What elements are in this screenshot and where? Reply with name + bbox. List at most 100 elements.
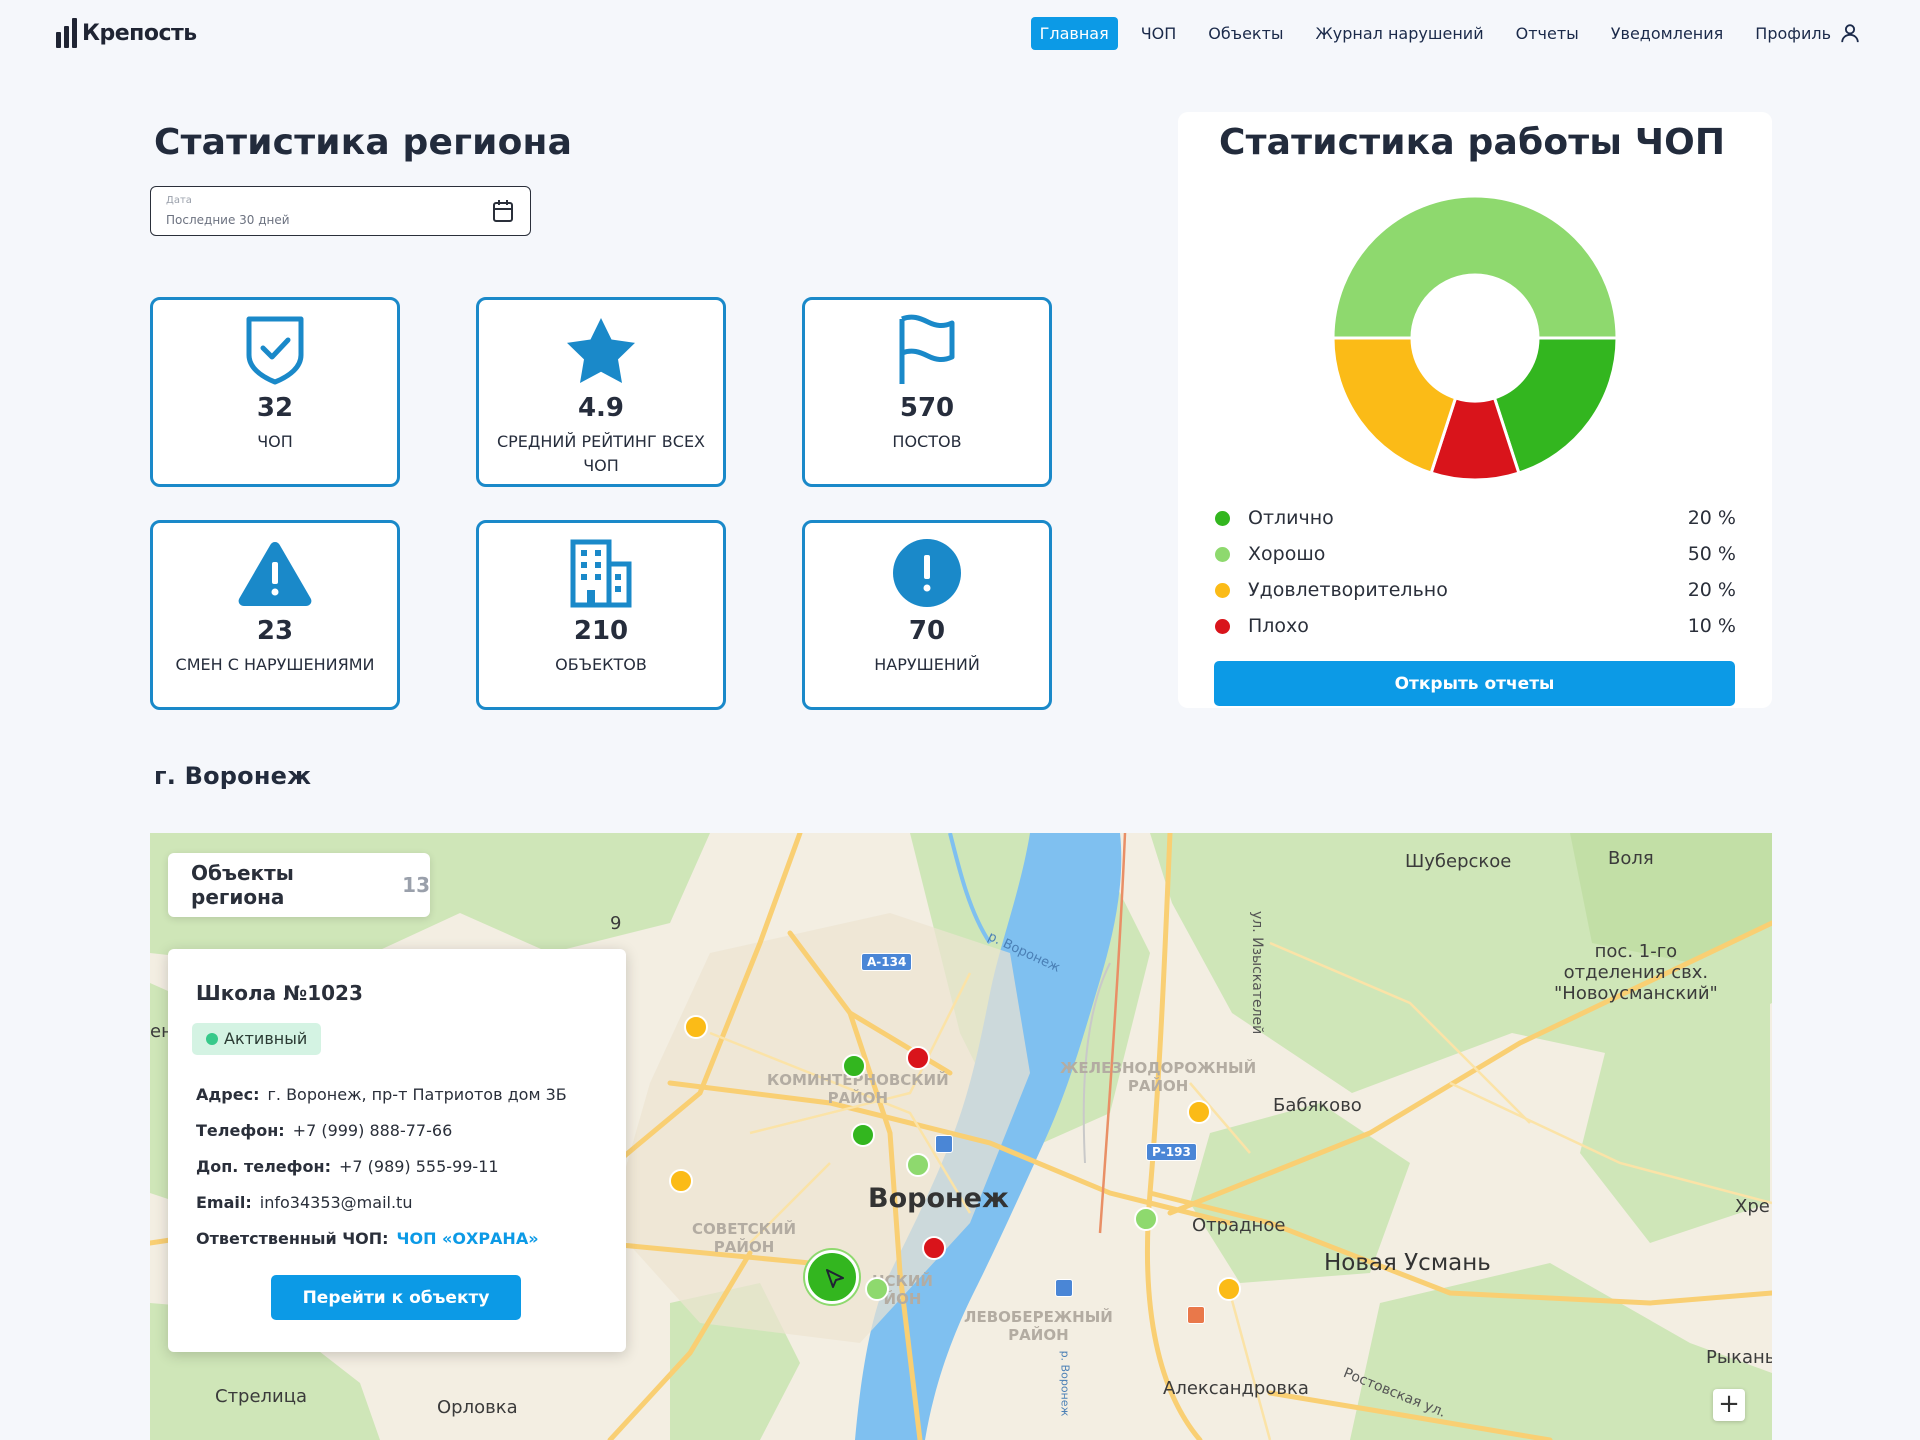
stat-caption: Постов [892, 432, 962, 451]
nav-profile-label: Профиль [1755, 23, 1831, 43]
legend-value: 50 % [1687, 543, 1736, 565]
nav-item-profile[interactable]: Профиль [1746, 15, 1870, 51]
district-name-line2: РАЙОН [1008, 1326, 1069, 1344]
map-marker-bad[interactable] [906, 1046, 930, 1070]
nav-item-reports[interactable]: Отчеты [1507, 17, 1588, 50]
object-title: Школа №1023 [196, 981, 363, 1005]
map-label-voronezh: Воронеж [868, 1183, 1009, 1214]
map-marker-good[interactable] [865, 1277, 889, 1301]
map-marker-satisfactory[interactable] [669, 1169, 693, 1193]
go-to-object-button[interactable]: Перейти к объекту [271, 1275, 521, 1320]
stat-value: 570 [899, 393, 955, 423]
map-label-otradnoe: Отрадное [1192, 1215, 1286, 1236]
chop-label: Ответственный ЧОП: [196, 1229, 389, 1248]
legend-dot [1215, 546, 1230, 562]
map-marker-excellent[interactable] [851, 1123, 875, 1147]
cursor-arrow-icon [826, 1269, 844, 1288]
chop-link[interactable]: ЧОП «ОХРАНА» [397, 1229, 539, 1248]
object-chop: Ответственный ЧОП: ЧОП «ОХРАНА» [196, 1229, 539, 1248]
phone2-value: +7 (989) 555-99-11 [338, 1157, 499, 1176]
city-title: г. Воронеж [154, 762, 312, 790]
nav-item-home[interactable]: Главная [1030, 16, 1118, 50]
stat-card-objects: 210 Объектов [476, 520, 726, 710]
stat-caption: Объектов [555, 655, 647, 674]
date-field-label: Дата [166, 195, 192, 206]
nav-item-violations-log[interactable]: Журнал нарушений [1307, 17, 1493, 50]
object-popup: Школа №1023 Активный Адрес: г. Воронеж, п… [168, 949, 626, 1352]
zoom-in-button[interactable]: + [1713, 1389, 1745, 1421]
status-badge: Активный [192, 1023, 322, 1055]
legend-value: 20 % [1687, 507, 1736, 529]
logo-bars-icon [56, 18, 77, 48]
phone-label: Телефон: [196, 1121, 285, 1140]
object-email: Email: info34353@mail.tu [196, 1193, 412, 1212]
map-marker-satisfactory[interactable] [1187, 1100, 1211, 1124]
brand-name: Крепость [82, 21, 197, 46]
stat-caption: Средний рейтинг всех ЧОП [496, 432, 706, 475]
calendar-icon[interactable] [492, 199, 514, 223]
address-label: Адрес: [196, 1085, 260, 1104]
map-label-aleksandrovka: Александровка [1163, 1378, 1309, 1399]
star-icon [567, 318, 635, 383]
map-label-shuberskoe: Шуберское [1405, 851, 1512, 872]
map-marker-good[interactable] [1134, 1207, 1158, 1231]
brand-logo[interactable]: Крепость [56, 18, 197, 48]
region-stats-title: Статистика региона [154, 122, 573, 163]
district-name-line1: ЛЕВОБЕРЕЖНЫЙ [964, 1308, 1113, 1326]
legend-dot [1215, 582, 1230, 598]
map-marker-selected[interactable] [805, 1250, 859, 1304]
legend-entry: Хорошо 50 % [1214, 536, 1736, 572]
date-range-field[interactable]: Дата Последние 30 дней [150, 186, 531, 236]
legend-dot [1215, 510, 1230, 526]
nav-item-notifications[interactable]: Уведомления [1602, 17, 1733, 50]
donut-slice-1 [1331, 194, 1619, 340]
stat-caption: ЧОП [257, 432, 293, 451]
legend-label: Хорошо [1248, 543, 1326, 565]
chart-legend: Отлично 20 % Хорошо 50 % Удовлетворительно 20… [1214, 500, 1736, 644]
donut-chart [1331, 194, 1619, 482]
building-icon [570, 539, 632, 608]
user-icon [1841, 24, 1859, 43]
district-name-line2: РАЙОН [827, 1089, 889, 1107]
map-label-orlovka: Орловка [437, 1397, 518, 1418]
legend-entry: Отлично 20 % [1214, 500, 1736, 536]
map-marker-satisfactory[interactable] [684, 1015, 708, 1039]
legend-entry: Удовлетворительно 20 % [1214, 572, 1736, 608]
stat-value: 23 [256, 616, 294, 646]
district-name-line2: РАЙОН [1127, 1077, 1189, 1095]
stat-card-rating: 4.9 Средний рейтинг всех ЧОП [476, 297, 726, 487]
map-label-zheleznodorozhny: ЖЕЛЕЗНОДОРОЖНЫЙ РАЙОН [1060, 1059, 1256, 1095]
nav-item-objects[interactable]: Объекты [1199, 17, 1292, 50]
phone2-label: Доп. телефон: [196, 1157, 331, 1176]
date-field-value: Последние 30 дней [166, 213, 290, 227]
main-nav: Главная ЧОП Объекты Журнал нарушений Отч… [1030, 15, 1870, 51]
road-badge-r193: Р-193 [1146, 1143, 1197, 1161]
map-marker-good[interactable] [906, 1153, 930, 1177]
stat-card-violations: 70 Нарушений [802, 520, 1052, 710]
district-name-line2: РАЙОН [713, 1238, 775, 1256]
map-marker-transit [1055, 1279, 1073, 1297]
map-marker-satisfactory[interactable] [1217, 1277, 1241, 1301]
nav-item-chop[interactable]: ЧОП [1132, 17, 1186, 50]
stat-value: 4.9 [577, 393, 625, 423]
map-label-volya: Воля [1608, 848, 1654, 869]
map-marker-rail [1187, 1306, 1205, 1324]
map-marker-bad[interactable] [922, 1236, 946, 1260]
map-marker-excellent[interactable] [842, 1054, 866, 1078]
object-address: Адрес: г. Воронеж, пр-т Патриотов дом 3Б [196, 1085, 567, 1104]
map-label-rykan: Рыкань [1706, 1347, 1772, 1368]
open-reports-button[interactable]: Открыть отчеты [1214, 661, 1735, 706]
road-badge-a134: А-134 [861, 953, 913, 971]
map-marker-transit [935, 1135, 953, 1153]
map-label-levoberezhny: ЛЕВОБЕРЕЖНЫЙ РАЙОН [964, 1308, 1113, 1344]
map-label-pos-line1: пос. 1-го [1594, 941, 1678, 962]
region-map[interactable]: Шуберское Воля пос. 1-го отделения свх. … [150, 833, 1772, 1440]
legend-label: Удовлетворительно [1248, 579, 1448, 601]
stat-value: 32 [256, 393, 294, 423]
region-objects-chip[interactable]: Объекты региона 13 [168, 853, 430, 917]
stat-card-posts: 570 Постов [802, 297, 1052, 487]
flag-icon [899, 314, 955, 384]
chop-stats-panel: Статистика работы ЧОП Отлично 20 % Хорошо 5… [1178, 112, 1772, 708]
phone-value: +7 (999) 888-77-66 [292, 1121, 453, 1140]
email-label: Email: [196, 1193, 252, 1212]
